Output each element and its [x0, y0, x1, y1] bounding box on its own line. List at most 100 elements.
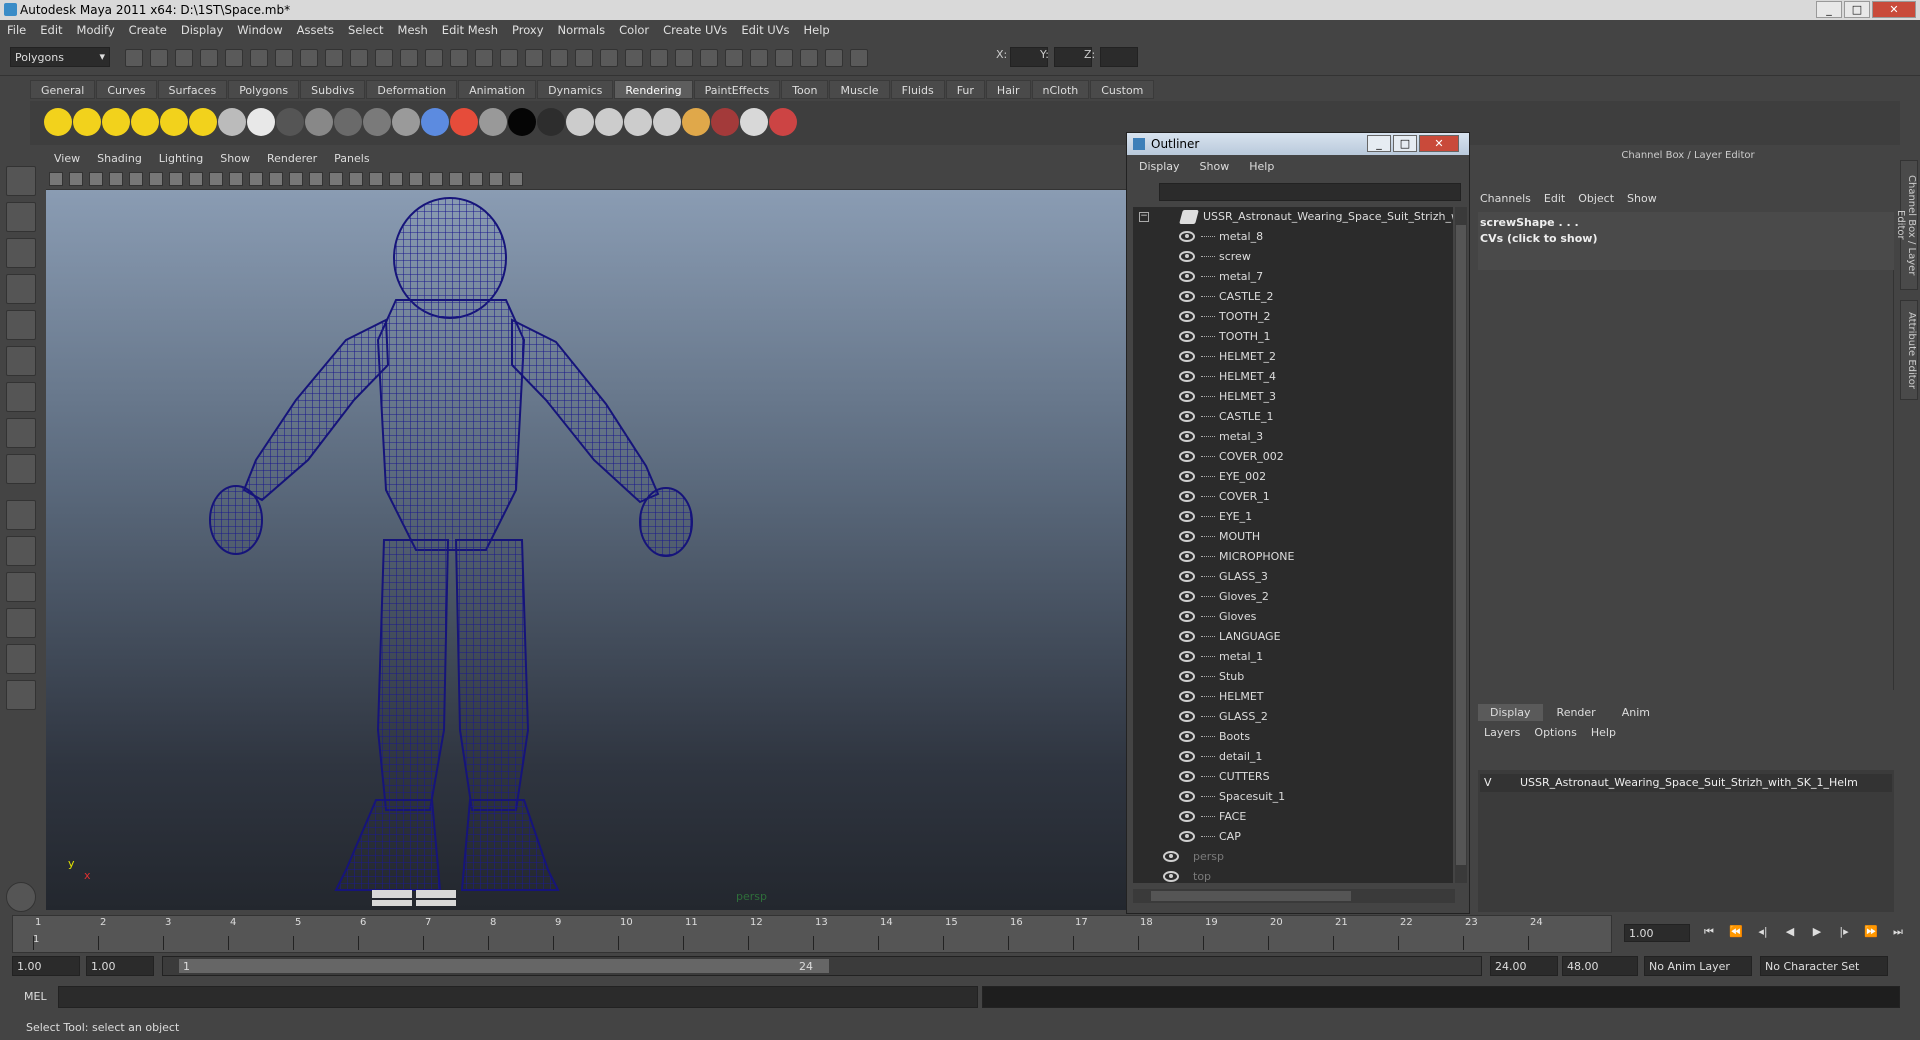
- shelf-tab-custom[interactable]: Custom: [1090, 80, 1155, 99]
- status-tool-icon[interactable]: [500, 49, 518, 67]
- manipulator-tool-icon[interactable]: [6, 382, 36, 412]
- shelf-tab-rendering[interactable]: Rendering: [614, 80, 693, 99]
- outliner-item[interactable]: Boots: [1133, 727, 1453, 747]
- shelf-render-icon[interactable]: [566, 108, 594, 136]
- shelf-render-icon[interactable]: [276, 108, 304, 136]
- status-tool-icon[interactable]: [400, 49, 418, 67]
- move-tool-icon[interactable]: [6, 274, 36, 304]
- status-tool-icon[interactable]: [225, 49, 243, 67]
- status-tool-icon[interactable]: [650, 49, 668, 67]
- outliner-item[interactable]: GLASS_2: [1133, 707, 1453, 727]
- status-tool-icon[interactable]: [800, 49, 818, 67]
- shelf-render-icon[interactable]: [334, 108, 362, 136]
- shelf-render-icon[interactable]: [392, 108, 420, 136]
- status-tool-icon[interactable]: [775, 49, 793, 67]
- layout-graph-icon[interactable]: [6, 608, 36, 638]
- shelf-render-icon[interactable]: [740, 108, 768, 136]
- menu-edit-mesh[interactable]: Edit Mesh: [435, 20, 505, 37]
- viewport-menu-panels[interactable]: Panels: [326, 150, 378, 165]
- shelf-render-icon[interactable]: [102, 108, 130, 136]
- outliner-item[interactable]: metal_1: [1133, 647, 1453, 667]
- outliner-item[interactable]: EYE_002: [1133, 467, 1453, 487]
- playback-button[interactable]: ◀: [1781, 925, 1799, 941]
- menu-display[interactable]: Display: [174, 20, 230, 37]
- perspective-viewport[interactable]: y x persp: [46, 190, 1126, 910]
- shelf-tab-fluids[interactable]: Fluids: [890, 80, 945, 99]
- viewport-tool-icon[interactable]: [329, 172, 343, 186]
- outliner-item[interactable]: TOOTH_2: [1133, 307, 1453, 327]
- playback-button[interactable]: ▶: [1808, 925, 1826, 941]
- outliner-item[interactable]: CASTLE_1: [1133, 407, 1453, 427]
- viewport-tool-icon[interactable]: [129, 172, 143, 186]
- outliner-item[interactable]: HELMET_4: [1133, 367, 1453, 387]
- status-tool-icon[interactable]: [600, 49, 618, 67]
- channel-box-menu-show[interactable]: Show: [1625, 192, 1666, 205]
- character-set-selector[interactable]: No Character Set: [1760, 956, 1888, 976]
- status-tool-icon[interactable]: [425, 49, 443, 67]
- outliner-item[interactable]: LANGUAGE: [1133, 627, 1453, 647]
- shelf-tab-subdivs[interactable]: Subdivs: [300, 80, 366, 99]
- menu-modify[interactable]: Modify: [70, 20, 122, 37]
- viewport-menu-renderer[interactable]: Renderer: [259, 150, 326, 165]
- shelf-render-icon[interactable]: [421, 108, 449, 136]
- close-button[interactable]: ✕: [1872, 1, 1916, 18]
- outliner-close-button[interactable]: ✕: [1419, 135, 1459, 152]
- shelf-render-icon[interactable]: [73, 108, 101, 136]
- minimize-button[interactable]: _: [1816, 1, 1842, 18]
- outliner-item[interactable]: CUTTERS: [1133, 767, 1453, 787]
- viewport-tool-icon[interactable]: [169, 172, 183, 186]
- shelf-tab-toon[interactable]: Toon: [781, 80, 829, 99]
- playback-button[interactable]: ⏮: [1700, 925, 1718, 941]
- outliner-menu-help[interactable]: Help: [1237, 157, 1282, 173]
- anim-end-field[interactable]: 48.00: [1562, 956, 1638, 976]
- status-tool-icon[interactable]: [725, 49, 743, 67]
- shelf-tab-curves[interactable]: Curves: [96, 80, 157, 99]
- outliner-item[interactable]: HELMET_3: [1133, 387, 1453, 407]
- viewport-tool-icon[interactable]: [469, 172, 483, 186]
- outliner-item[interactable]: CASTLE_2: [1133, 287, 1453, 307]
- layout-outliner-icon[interactable]: [6, 572, 36, 602]
- layer-menu-options[interactable]: Options: [1528, 726, 1584, 739]
- status-tool-icon[interactable]: [850, 49, 868, 67]
- shelf-tab-painteffects[interactable]: PaintEffects: [693, 80, 781, 99]
- viewport-tool-icon[interactable]: [289, 172, 303, 186]
- shelf-render-icon[interactable]: [44, 108, 72, 136]
- paint-select-tool-icon[interactable]: [6, 238, 36, 268]
- layer-tab-render[interactable]: Render: [1544, 704, 1608, 721]
- outliner-item[interactable]: Gloves: [1133, 607, 1453, 627]
- shelf-render-icon[interactable]: [711, 108, 739, 136]
- menu-file[interactable]: File: [0, 20, 33, 37]
- viewport-tool-icon[interactable]: [389, 172, 403, 186]
- maximize-button[interactable]: □: [1844, 1, 1870, 18]
- shelf-render-icon[interactable]: [624, 108, 652, 136]
- outliner-item[interactable]: TOOTH_1: [1133, 327, 1453, 347]
- viewport-tool-icon[interactable]: [49, 172, 63, 186]
- playback-button[interactable]: |▸: [1835, 925, 1853, 941]
- shelf-render-icon[interactable]: [508, 108, 536, 136]
- shelf-tab-animation[interactable]: Animation: [458, 80, 537, 99]
- shelf-tab-general[interactable]: General: [30, 80, 96, 99]
- menu-window[interactable]: Window: [230, 20, 289, 37]
- outliner-item[interactable]: metal_8: [1133, 227, 1453, 247]
- layer-tab-anim[interactable]: Anim: [1609, 704, 1662, 721]
- shelf-tab-surfaces[interactable]: Surfaces: [157, 80, 228, 99]
- outliner-camera-item[interactable]: top: [1133, 867, 1453, 883]
- outliner-hscrollbar[interactable]: [1133, 889, 1455, 903]
- menu-create-uvs[interactable]: Create UVs: [656, 20, 734, 37]
- status-tool-icon[interactable]: [200, 49, 218, 67]
- outliner-item[interactable]: metal_7: [1133, 267, 1453, 287]
- outliner-filter-field[interactable]: [1159, 183, 1461, 201]
- status-tool-icon[interactable]: [250, 49, 268, 67]
- shelf-render-icon[interactable]: [189, 108, 217, 136]
- menu-select[interactable]: Select: [341, 20, 390, 37]
- outliner-item[interactable]: MICROPHONE: [1133, 547, 1453, 567]
- status-tool-icon[interactable]: [275, 49, 293, 67]
- shelf-render-icon[interactable]: [247, 108, 275, 136]
- outliner-item[interactable]: Stub: [1133, 667, 1453, 687]
- viewport-tool-icon[interactable]: [89, 172, 103, 186]
- status-tool-icon[interactable]: [350, 49, 368, 67]
- outliner-titlebar[interactable]: Outliner _ □ ✕: [1127, 133, 1469, 155]
- current-frame-field[interactable]: 1.00: [1624, 924, 1690, 942]
- status-tool-icon[interactable]: [325, 49, 343, 67]
- outliner-item[interactable]: screw: [1133, 247, 1453, 267]
